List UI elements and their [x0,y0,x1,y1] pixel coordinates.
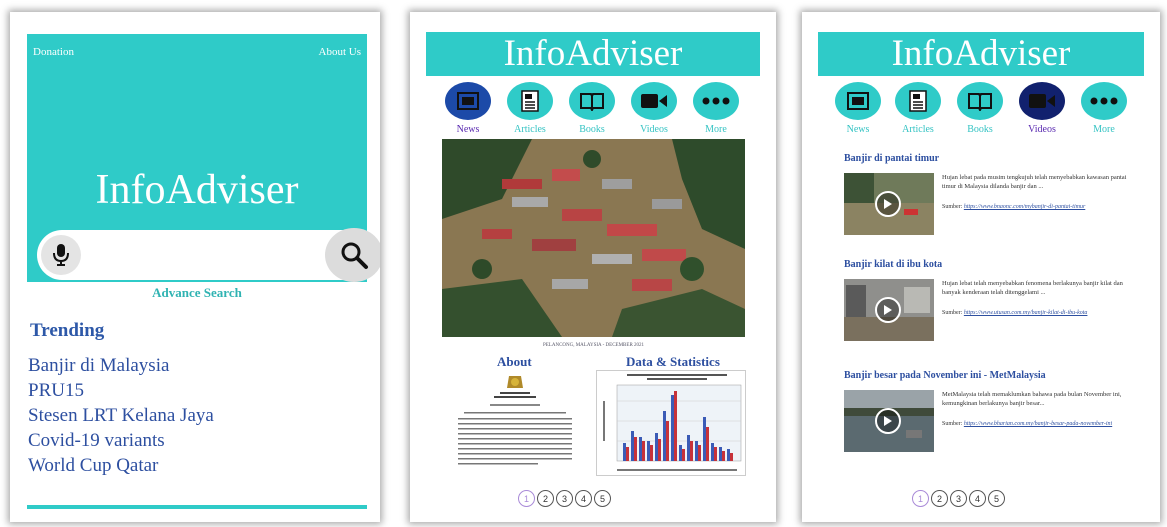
advance-search-link[interactable]: Advance Search [27,285,367,301]
page-button[interactable]: 3 [950,490,967,507]
tab-label: Books [967,124,993,135]
pagination: 1 2 3 4 5 [518,490,611,507]
tab-label: News [456,124,480,135]
app-title: InfoAdviser [818,32,1144,76]
page-button[interactable]: 5 [988,490,1005,507]
page-button[interactable]: 3 [556,490,573,507]
video-card[interactable]: Banjir kilat di ibu kota Hujan lebat tel… [844,259,1134,341]
page-button[interactable]: 4 [575,490,592,507]
source-label: Sumber: [942,310,963,316]
play-icon[interactable] [875,408,901,434]
more-icon [1081,82,1127,120]
video-source: Sumber: https://www.utusan.com.my/banjir… [942,309,1132,318]
video-camera-icon [631,82,677,120]
source-link[interactable]: https://www.bharian.com.my/banjir-besar-… [964,421,1112,427]
crest-icon [507,376,523,388]
page-button[interactable]: 2 [537,490,554,507]
trending-item[interactable]: Stesen LRT Kelana Jaya [28,403,214,428]
news-icon [835,82,881,120]
source-link[interactable]: https://www.utusan.com.my/banjir-kilat-d… [964,310,1088,316]
tab-books[interactable]: Books [568,82,616,135]
tab-news[interactable]: News [444,82,492,135]
video-description: MetMalaysia telah memaklumkan bahawa pad… [942,391,1122,407]
video-description: Hujan lebat pada musim tengkujuh telah m… [942,174,1127,190]
trending-item[interactable]: World Cup Qatar [28,453,214,478]
video-source: Sumber: https://www.bnaonc.com/mybanjir-… [942,203,1132,212]
video-source: Sumber: https://www.bharian.com.my/banji… [942,420,1132,429]
statistics-chart-thumbnail[interactable] [596,370,746,476]
page-button[interactable]: 5 [594,490,611,507]
page-button[interactable]: 2 [931,490,948,507]
tab-news[interactable]: News [834,82,882,135]
news-icon [445,82,491,120]
tab-articles[interactable]: Articles [894,82,942,135]
tab-label: Books [579,124,605,135]
flood-aerial-photo[interactable] [442,139,745,337]
trending-list: Banjir di Malaysia PRU15 Stesen LRT Kela… [28,353,214,478]
app-title: InfoAdviser [426,32,760,76]
article-icon [507,82,553,120]
video-title[interactable]: Banjir di pantai timur [844,153,1134,164]
video-description: Hujan lebat telah menyebabkan fenomena b… [942,280,1123,296]
tab-more[interactable]: More [1080,82,1128,135]
tab-books[interactable]: Books [956,82,1004,135]
tab-label: More [705,124,727,135]
tab-label: More [1093,124,1115,135]
trending-item[interactable]: Banjir di Malaysia [28,353,214,378]
more-icon [693,82,739,120]
tab-label: News [846,124,870,135]
footer-divider [27,505,367,509]
about-heading: About [497,354,532,369]
tab-label: Articles [902,124,934,135]
source-label: Sumber: [942,421,963,427]
news-screen: InfoAdviser News Articles Books Videos M… [410,12,776,522]
stats-heading: Data & Statistics [626,354,720,369]
tab-videos[interactable]: Videos [630,82,678,135]
trending-heading: Trending [30,320,105,341]
video-card[interactable]: Banjir besar pada November ini - MetMala… [844,370,1134,452]
tab-label: Videos [1028,124,1056,135]
video-camera-icon [1019,82,1065,120]
about-document-thumbnail[interactable] [454,372,576,474]
play-icon[interactable] [875,297,901,323]
about-us-link[interactable]: About Us [319,46,361,58]
donation-link[interactable]: Donation [33,46,74,58]
page-button[interactable]: 4 [969,490,986,507]
page-button[interactable]: 1 [518,490,535,507]
photo-caption: PELANCONG, MALAYSIA - DECEMBER 2021 [542,343,645,348]
search-input[interactable] [87,240,317,270]
trending-item[interactable]: PRU15 [28,378,214,403]
tab-videos[interactable]: Videos [1018,82,1066,135]
page-button[interactable]: 1 [912,490,929,507]
play-icon[interactable] [875,191,901,217]
tab-more[interactable]: More [692,82,740,135]
home-screen: Donation About Us InfoAdviser Advance Se [10,12,380,522]
book-icon [957,82,1003,120]
source-link[interactable]: https://www.bnaonc.com/mybanjir-di-panta… [964,204,1085,210]
video-card[interactable]: Banjir di pantai timur Hujan lebat pada … [844,153,1134,235]
pagination: 1 2 3 4 5 [912,490,1005,507]
video-thumbnail[interactable] [844,173,934,235]
videos-screen: InfoAdviser News Articles Books Videos M… [802,12,1160,522]
video-thumbnail[interactable] [844,279,934,341]
video-title[interactable]: Banjir kilat di ibu kota [844,259,1134,270]
search-icon [341,242,368,269]
tab-articles[interactable]: Articles [506,82,554,135]
search-button[interactable] [325,228,380,282]
source-label: Sumber: [942,204,963,210]
voice-search-button[interactable] [41,235,81,275]
search-bar [37,228,380,282]
trending-item[interactable]: Covid-19 variants [28,428,214,453]
microphone-icon [53,244,69,266]
app-title: InfoAdviser [95,167,299,213]
article-icon [895,82,941,120]
tab-label: Videos [640,124,668,135]
tab-label: Articles [514,124,546,135]
video-thumbnail[interactable] [844,390,934,452]
video-title[interactable]: Banjir besar pada November ini - MetMala… [844,370,1134,381]
hero-banner: Donation About Us InfoAdviser [27,34,380,282]
book-icon [569,82,615,120]
